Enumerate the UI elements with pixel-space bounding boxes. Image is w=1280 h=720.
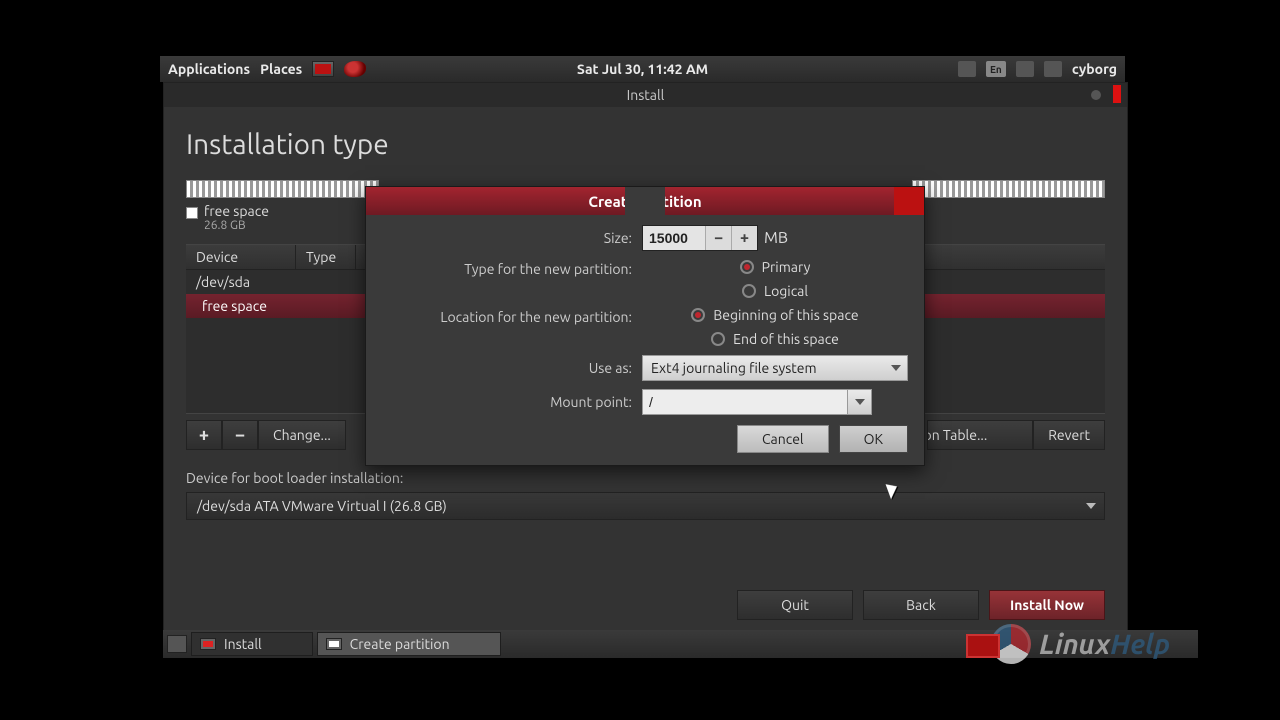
- new-partition-table-button[interactable]: New Partition Table...: [927, 420, 1033, 450]
- change-partition-button[interactable]: Change...: [258, 420, 346, 450]
- close-icon[interactable]: [1113, 85, 1121, 103]
- dialog-title: Create partition: [588, 193, 701, 210]
- size-label: Size:: [382, 230, 632, 246]
- use-as-value: Ext4 journaling file system: [651, 360, 817, 376]
- boot-loader-select[interactable]: /dev/sda ATA VMware Virtual I (26.8 GB): [186, 492, 1105, 520]
- app-launcher-icon[interactable]: [344, 61, 366, 77]
- minimize-icon[interactable]: [1091, 90, 1101, 100]
- use-as-select[interactable]: Ext4 journaling file system: [642, 355, 908, 381]
- network-icon[interactable]: [1016, 61, 1034, 77]
- radio-primary[interactable]: Primary: [740, 259, 811, 275]
- install-now-button[interactable]: Install Now: [989, 590, 1105, 620]
- col-device[interactable]: Device: [186, 245, 296, 269]
- radio-logical[interactable]: Logical: [742, 283, 808, 299]
- legend-swatch-icon: [186, 207, 198, 219]
- size-stepper[interactable]: − +: [642, 225, 758, 251]
- cell-device: /dev/sda: [186, 270, 260, 294]
- use-as-label: Use as:: [382, 360, 632, 376]
- chevron-down-icon: [1086, 503, 1096, 509]
- mount-point-dropdown-button[interactable]: [848, 389, 872, 415]
- user-menu[interactable]: cyborg: [1072, 61, 1117, 77]
- ok-button[interactable]: OK: [839, 425, 908, 453]
- size-decrement-button[interactable]: −: [705, 226, 731, 250]
- size-unit: MB: [764, 229, 788, 247]
- partition-type-label: Type for the new partition:: [382, 259, 632, 277]
- back-button[interactable]: Back: [863, 590, 979, 620]
- window-icon: [326, 638, 342, 650]
- cell-device: free space: [186, 294, 277, 318]
- window-icon: [200, 638, 216, 650]
- applications-menu[interactable]: Applications: [168, 61, 250, 77]
- mount-point-label: Mount point:: [382, 394, 632, 410]
- boot-loader-label: Device for boot loader installation:: [186, 470, 1105, 486]
- size-input[interactable]: [643, 230, 705, 246]
- radio-end[interactable]: End of this space: [711, 331, 839, 347]
- window-titlebar[interactable]: Install: [164, 83, 1127, 107]
- radio-icon: [711, 332, 725, 346]
- radio-beginning[interactable]: Beginning of this space: [691, 307, 858, 323]
- watermark: LinuxHelp: [991, 624, 1170, 664]
- create-partition-dialog: Create partition Size: − + MB Type for t…: [365, 186, 925, 466]
- radio-icon: [740, 260, 754, 274]
- update-icon[interactable]: [958, 61, 976, 77]
- chat-icon[interactable]: [1044, 61, 1062, 77]
- clock[interactable]: Sat Jul 30, 11:42 AM: [577, 61, 708, 77]
- quit-button[interactable]: Quit: [737, 590, 853, 620]
- top-panel: Applications Places Sat Jul 30, 11:42 AM…: [160, 56, 1125, 82]
- dialog-titlebar[interactable]: Create partition: [366, 187, 924, 215]
- size-increment-button[interactable]: +: [731, 226, 757, 250]
- col-type[interactable]: Type: [296, 245, 356, 269]
- radio-icon: [742, 284, 756, 298]
- revert-button[interactable]: Revert: [1033, 420, 1105, 450]
- add-partition-button[interactable]: +: [186, 420, 222, 450]
- wizard-buttons: Quit Back Install Now: [737, 590, 1105, 620]
- keyboard-layout-icon[interactable]: En: [986, 61, 1006, 77]
- window-title: Install: [627, 87, 665, 103]
- legend-size: 26.8 GB: [204, 219, 269, 232]
- taskbar-item-install[interactable]: Install: [191, 632, 313, 656]
- places-menu[interactable]: Places: [260, 61, 302, 77]
- taskbar-item-create-partition[interactable]: Create partition: [317, 632, 501, 656]
- show-desktop-button[interactable]: [167, 635, 187, 653]
- remove-partition-button[interactable]: −: [222, 420, 258, 450]
- cancel-button[interactable]: Cancel: [737, 425, 829, 453]
- radio-icon: [691, 308, 705, 322]
- boot-loader-value: /dev/sda ATA VMware Virtual I (26.8 GB): [197, 498, 447, 514]
- legend-label: free space: [204, 204, 269, 219]
- monitor-icon: [966, 634, 1000, 658]
- mount-point-input[interactable]: [642, 389, 848, 415]
- chevron-down-icon: [891, 365, 901, 371]
- page-title: Installation type: [186, 129, 1105, 160]
- terminal-launcher-icon[interactable]: [312, 61, 334, 77]
- partition-location-label: Location for the new partition:: [382, 307, 632, 325]
